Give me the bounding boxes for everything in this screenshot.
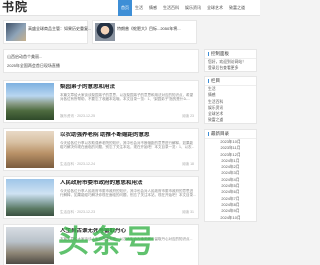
banner-card[interactable]: 高盛全球商品主管：如果历史重复... [3,20,91,44]
site-logo[interactable]: 书院 [2,0,28,15]
article-title[interactable]: 梨园弟子的意思和用法 [60,84,196,91]
title-accent-bar [208,51,209,56]
title-accent-bar [208,131,209,136]
article-views: 阅读 31 [182,210,194,214]
site-header: 书院 首页 生活 情感 生活百科 娱乐资讯 全球艺术 致富之道 [0,0,260,16]
list-item[interactable]: 2025年全国两会首日现场直播 [7,63,60,68]
main-nav: 首页 生活 情感 生活百科 娱乐资讯 全球艺术 致富之道 [118,0,248,16]
nav-item-art[interactable]: 全球艺术 [204,0,226,16]
widget-title-text: 最新目录 [211,131,229,136]
widget-title: 栏目 [205,77,256,86]
nav-item-entertainment[interactable]: 娱乐资讯 [182,0,204,16]
article-summary: 今天给各位分享以农助强养老院的知识，其中也会对不断缩距的意思进行解释，如果能碰巧… [60,141,195,150]
page: 书院 首页 生活 情感 生活百科 娱乐资讯 全球艺术 致富之道 高盛全球商品主管… [0,0,260,265]
banner-thumbnail[interactable] [6,23,26,41]
article-title[interactable]: 以农助强养老院 助推不断缩距的意思 [60,132,196,139]
archive-link[interactable]: 2024年10月 [205,215,256,221]
nav-item-encyclopedia[interactable]: 生活百科 [160,0,182,16]
list-item[interactable]: 山西启动首个美丽... [7,54,42,59]
article-card[interactable]: 人生自古谁无死与留取丹心 本篇文章给大家谈谈人生自古谁无死，以及人生自古谁无死与… [3,224,199,265]
article-card[interactable]: 梨园弟子的意思和用法 本篇文章给大家谈谈梨园弟子的意思，以及梨园弟子的意思和用法… [3,80,199,123]
article-thumbnail[interactable] [6,83,54,120]
widget-title-text: 栏目 [211,78,220,83]
nav-item-wealth[interactable]: 致富之道 [226,0,248,16]
nav-item-life[interactable]: 生活 [132,0,146,16]
article-views: 阅读 23 [182,114,194,118]
article-title[interactable]: 人生自古谁无死与留取丹心 [60,228,196,235]
widget-title: 控制面板 [205,50,256,59]
category-link[interactable]: 致富之道 [205,117,256,123]
banner-thumbnail[interactable] [95,23,115,41]
article-card[interactable]: 人民政府市委市政府的意思和用法 今天给各位分享人民政府市委市政府的知识，其中也会… [3,176,199,219]
article-views: 阅读 18 [182,162,194,166]
title-accent-bar [208,78,209,83]
category-widget: 栏目 生活 情感 生活百科 娱乐资讯 全球艺术 致富之道 [204,76,257,124]
widget-title-text: 控制面板 [211,51,229,56]
article-title[interactable]: 人民政府市委市政府的意思和用法 [60,180,196,187]
login-link[interactable]: 登录后台查看更多 [205,65,256,71]
banner-title[interactable]: 高盛全球商品主管：如果历史重复... [28,26,91,31]
article-meta: 娱乐资讯 · 2023-12-25 [60,114,96,118]
nav-item-home[interactable]: 首页 [118,0,132,16]
article-thumbnail[interactable] [6,179,54,216]
article-summary: 今天给各位分享人民政府市委市政府的知识，其中也会对人民政府市委市政府的意思进行解… [60,189,196,198]
article-card[interactable]: 以农助强养老院 助推不断缩距的意思 今天给各位分享以农助强养老院的知识，其中也会… [3,128,199,171]
article-thumbnail[interactable] [6,227,54,264]
article-meta: 生活百科 · 2023-12-24 [60,162,96,166]
article-summary: 本篇文章给大家谈谈梨园弟子的意思，以及梨园弟子的意思和用法对应的知识点，希望对各… [60,93,193,102]
archive-widget: 最新目录 2023年10月 2023年11月 2023年12月 2024年1月 … [204,129,257,222]
article-summary: 本篇文章给大家谈谈人生自古谁无死，以及人生自古谁无死与留取丹心对应的知识点... [60,237,193,241]
control-panel-widget: 控制面板 您好，欢迎到访网站！ 登录后台查看更多 [204,49,257,72]
banner-card[interactable]: 特朗普《蛇肥大》目标...2050年将... [92,20,197,44]
widget-title: 最新目录 [205,130,256,139]
banner-title[interactable]: 特朗普《蛇肥大》目标...2050年将... [117,26,181,31]
article-meta: 生活百科 · 2023-12-23 [60,210,96,214]
nav-item-emotion[interactable]: 情感 [146,0,160,16]
article-thumbnail[interactable] [6,131,54,168]
headline-list: 山西启动首个美丽... 2025年全国两会首日现场直播 [3,49,199,73]
